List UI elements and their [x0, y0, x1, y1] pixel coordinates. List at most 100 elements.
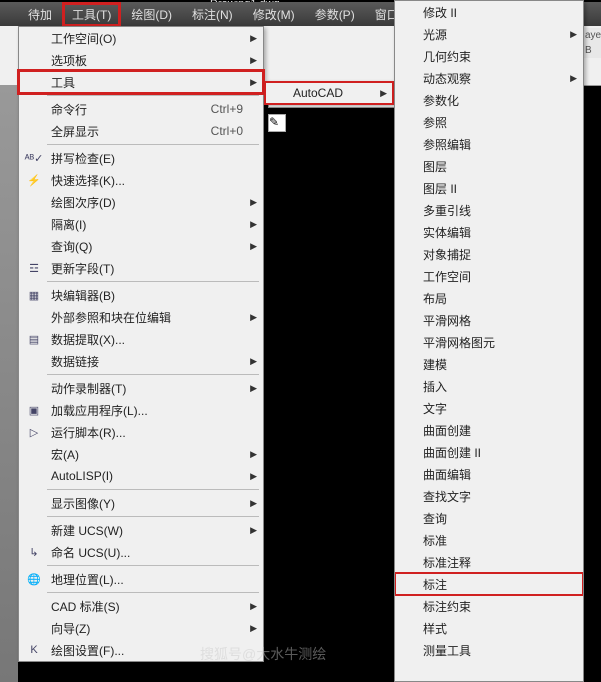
- menu-item[interactable]: 选项板▶: [19, 49, 263, 71]
- menu-icon: [23, 122, 45, 140]
- menu-item[interactable]: 曲面创建: [395, 419, 583, 441]
- menu-label: 建模: [423, 356, 563, 373]
- menu-label: 动态观察: [423, 70, 563, 87]
- tool-icon[interactable]: ✎: [268, 114, 286, 132]
- menu-label: 图层: [423, 158, 563, 175]
- menu-item[interactable]: 工作空间: [395, 265, 583, 287]
- menu-item[interactable]: 插入: [395, 375, 583, 397]
- menu-label: 命名 UCS(U)...: [51, 544, 243, 561]
- menu-item[interactable]: 文字: [395, 397, 583, 419]
- menu-separator: [47, 95, 259, 96]
- menu-item[interactable]: 标准: [395, 529, 583, 551]
- menu-label: 查找文字: [423, 488, 563, 505]
- menu-label: 隔离(I): [51, 216, 243, 233]
- menu-item[interactable]: ▣加载应用程序(L)...: [19, 399, 263, 421]
- menu-item[interactable]: ▦块编辑器(B): [19, 284, 263, 306]
- menu-item[interactable]: 平滑网格图元: [395, 331, 583, 353]
- menu-item[interactable]: 实体编辑: [395, 221, 583, 243]
- menu-icon: ᴬᴮ✓: [23, 149, 45, 167]
- menu-icon: [23, 597, 45, 615]
- menu-item[interactable]: 外部参照和块在位编辑▶: [19, 306, 263, 328]
- menubar-item[interactable]: 绘图(D): [121, 2, 182, 27]
- menubar-item[interactable]: 修改(M): [243, 2, 305, 27]
- menu-label: 参数化: [423, 92, 563, 109]
- menubar-item[interactable]: 工具(T): [62, 2, 121, 27]
- menu-item[interactable]: 平滑网格: [395, 309, 583, 331]
- menu-label: 绘图次序(D): [51, 194, 243, 211]
- menu-label: 查询: [423, 510, 563, 527]
- menu-item[interactable]: 绘图次序(D)▶: [19, 191, 263, 213]
- submenu-arrow-icon: ▶: [570, 73, 577, 84]
- menu-item[interactable]: 曲面编辑: [395, 463, 583, 485]
- submenu-arrow-icon: ▶: [250, 601, 257, 612]
- menu-label: 工作空间(O): [51, 30, 243, 47]
- menu-item[interactable]: ▷运行脚本(R)...: [19, 421, 263, 443]
- menu-item[interactable]: 测量工具: [395, 639, 583, 661]
- menu-item[interactable]: 隔离(I) ▶: [19, 213, 263, 235]
- menu-item[interactable]: 参照: [395, 111, 583, 133]
- menubar-item[interactable]: 标注(N): [182, 2, 243, 27]
- menu-label: 标注: [423, 576, 563, 593]
- menu-item[interactable]: 查询: [395, 507, 583, 529]
- menu-item[interactable]: 工作空间(O)▶: [19, 27, 263, 49]
- menubar-item[interactable]: 待加: [18, 2, 62, 27]
- menu-item[interactable]: 建模: [395, 353, 583, 375]
- menu-label: 工作空间: [423, 268, 563, 285]
- menu-item[interactable]: 全屏显示Ctrl+0: [19, 120, 263, 142]
- menu-item[interactable]: 标注约束: [395, 595, 583, 617]
- menu-item[interactable]: 查找文字: [395, 485, 583, 507]
- menu-label: 曲面创建: [423, 422, 563, 439]
- menu-item[interactable]: 标注: [395, 573, 583, 595]
- menu-icon: ☲: [23, 259, 45, 277]
- menu-separator: [47, 516, 259, 517]
- menu-item[interactable]: 标准注释: [395, 551, 583, 573]
- menu-item[interactable]: 显示图像(Y)▶: [19, 492, 263, 514]
- menu-label: 实体编辑: [423, 224, 563, 241]
- menu-item[interactable]: 多重引线: [395, 199, 583, 221]
- menu-item[interactable]: 工具▶: [19, 71, 263, 93]
- menu-item[interactable]: 样式: [395, 617, 583, 639]
- menu-item[interactable]: ⚡快速选择(K)...: [19, 169, 263, 191]
- menu-item[interactable]: 参数化: [395, 89, 583, 111]
- menu-label: 向导(Z): [51, 620, 243, 637]
- menu-item[interactable]: 新建 UCS(W)▶: [19, 519, 263, 541]
- menu-item[interactable]: 动作录制器(T)▶: [19, 377, 263, 399]
- menu-item[interactable]: AutoCAD▶: [265, 82, 393, 104]
- menu-item[interactable]: 🌐地理位置(L)...: [19, 568, 263, 590]
- menu-item[interactable]: 对象捕捉: [395, 243, 583, 265]
- menu-item[interactable]: 参照编辑: [395, 133, 583, 155]
- submenu-arrow-icon: ▶: [250, 471, 257, 482]
- menu-item[interactable]: ☲更新字段(T): [19, 257, 263, 279]
- menu-item[interactable]: 查询(Q)▶: [19, 235, 263, 257]
- menu-item[interactable]: 几何约束: [395, 45, 583, 67]
- submenu-arrow-icon: ▶: [250, 312, 257, 323]
- menu-item[interactable]: 命令行Ctrl+9: [19, 98, 263, 120]
- menu-item[interactable]: 数据链接▶: [19, 350, 263, 372]
- menu-item[interactable]: 布局: [395, 287, 583, 309]
- menu-item[interactable]: 宏(A)▶: [19, 443, 263, 465]
- menu-item[interactable]: 向导(Z)▶: [19, 617, 263, 639]
- menu-label: 快速选择(K)...: [51, 172, 243, 189]
- menubar-item[interactable]: 参数(P): [305, 2, 365, 27]
- menu-icon: [23, 73, 45, 91]
- menu-label: 样式: [423, 620, 563, 637]
- menu-item[interactable]: 修改 II: [395, 1, 583, 23]
- menu-item[interactable]: 动态观察 ▶: [395, 67, 583, 89]
- menu-separator: [47, 489, 259, 490]
- menu-label: 加载应用程序(L)...: [51, 402, 243, 419]
- menu-label: 工具: [51, 74, 243, 91]
- menu-item[interactable]: 曲面创建 II: [395, 441, 583, 463]
- menu-icon: ▦: [23, 286, 45, 304]
- menu-item[interactable]: AutoLISP(I)▶: [19, 465, 263, 487]
- menu-item[interactable]: ᴬᴮ✓拼写检查(E): [19, 147, 263, 169]
- menu-item[interactable]: CAD 标准(S)▶: [19, 595, 263, 617]
- menu-icon: [23, 51, 45, 69]
- menu-item[interactable]: 图层: [395, 155, 583, 177]
- submenu-arrow-icon: ▶: [250, 219, 257, 230]
- menu-item[interactable]: K绘图设置(F)...: [19, 639, 263, 661]
- menu-item[interactable]: 图层 II: [395, 177, 583, 199]
- menu-item[interactable]: ↳命名 UCS(U)...: [19, 541, 263, 563]
- menu-icon: [23, 467, 45, 485]
- menu-item[interactable]: ▤数据提取(X)...: [19, 328, 263, 350]
- menu-item[interactable]: 光源▶: [395, 23, 583, 45]
